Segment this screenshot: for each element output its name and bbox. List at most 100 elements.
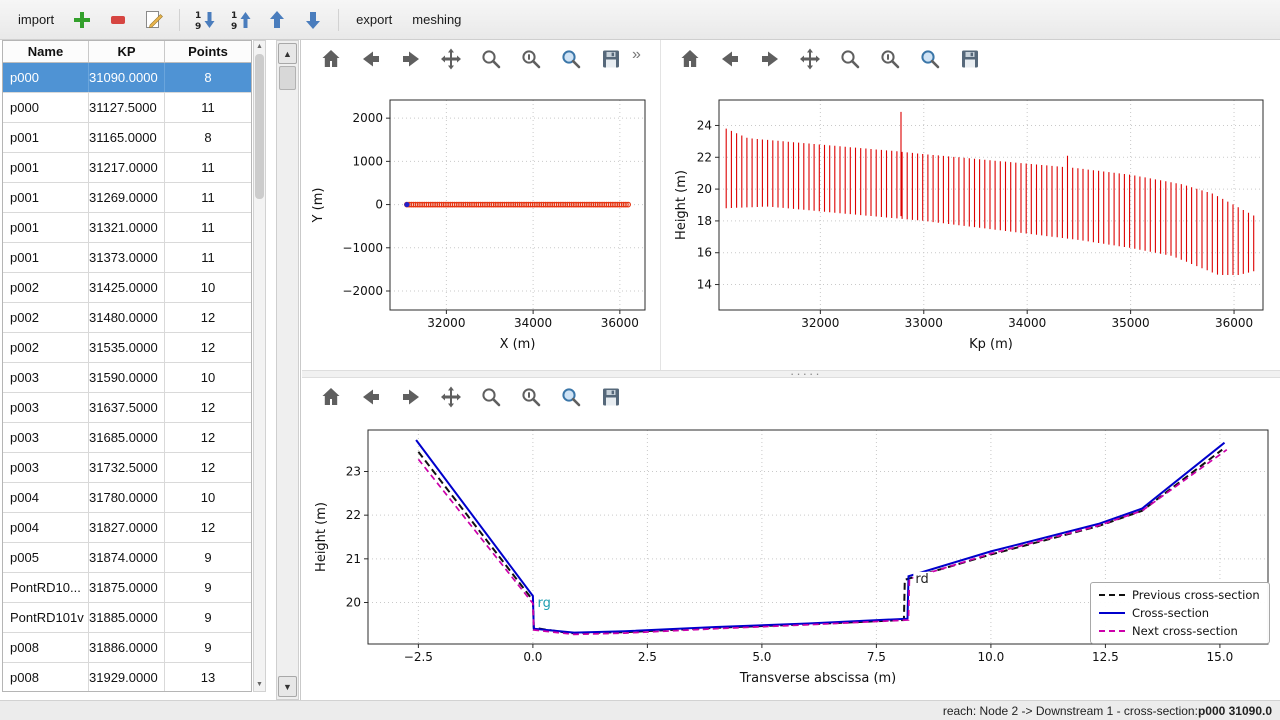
cell-points[interactable]: 11 [165,183,251,212]
cell-points[interactable]: 11 [165,93,251,122]
panel-scroll-down-button[interactable]: ▼ [278,676,297,697]
longitudinal-profile-chart[interactable]: 3200033000340003500036000141618202224Kp … [661,78,1280,370]
table-row[interactable]: p00831929.000013 [3,663,251,692]
subplots-button[interactable] [516,382,546,412]
cell-kp[interactable]: 31373.0000 [89,243,165,272]
cell-name[interactable]: p003 [3,393,89,422]
cell-kp[interactable]: 31217.0000 [89,153,165,182]
save-button[interactable] [596,44,626,74]
panel-scrollbar-thumb[interactable] [279,66,296,90]
table-row[interactable]: p00431827.000012 [3,513,251,543]
cell-name[interactable]: p002 [3,273,89,302]
forward-button[interactable] [396,44,426,74]
cell-points[interactable]: 10 [165,273,251,302]
home-button[interactable] [675,44,705,74]
sort-descending-button[interactable] [191,6,219,34]
plan-view-chart[interactable]: 320003400036000−2000−1000010002000X (m)Y… [302,78,658,370]
cell-name[interactable]: p004 [3,513,89,542]
cell-points[interactable]: 12 [165,453,251,482]
table-row[interactable]: p00031127.500011 [3,93,251,123]
pan-button[interactable] [436,44,466,74]
cell-name[interactable]: p003 [3,453,89,482]
forward-button[interactable] [396,382,426,412]
panel-scroll-up-button[interactable]: ▲ [278,43,297,64]
horizontal-splitter[interactable]: ····· [302,370,1280,378]
cell-kp[interactable]: 31929.0000 [89,663,165,692]
column-header-points[interactable]: Points [165,41,251,62]
cell-kp[interactable]: 31535.0000 [89,333,165,362]
cell-name[interactable]: p003 [3,423,89,452]
cell-kp[interactable]: 31827.0000 [89,513,165,542]
cell-points[interactable]: 11 [165,213,251,242]
table-scrollbar-thumb[interactable] [255,54,264,199]
cell-name[interactable]: p004 [3,483,89,512]
cell-points[interactable]: 9 [165,633,251,662]
table-row[interactable]: p00231425.000010 [3,273,251,303]
cell-kp[interactable]: 31885.0000 [89,603,165,632]
cell-kp[interactable]: 31480.0000 [89,303,165,332]
add-cross-section-button[interactable] [68,6,96,34]
back-button[interactable] [356,44,386,74]
cell-kp[interactable]: 31425.0000 [89,273,165,302]
table-row[interactable]: p00331685.000012 [3,423,251,453]
column-header-name[interactable]: Name [3,41,89,62]
pan-button[interactable] [795,44,825,74]
panel-scrollbar[interactable]: ▲ ▼ [276,40,299,700]
zoom-button[interactable] [835,44,865,74]
cell-name[interactable]: PontRD101v [3,603,89,632]
cell-name[interactable]: p001 [3,153,89,182]
cell-kp[interactable]: 31874.0000 [89,543,165,572]
cell-name[interactable]: PontRD10... [3,573,89,602]
cell-kp[interactable]: 31590.0000 [89,363,165,392]
table-row[interactable]: p00331637.500012 [3,393,251,423]
cell-kp[interactable]: 31090.0000 [89,63,165,92]
cell-kp[interactable]: 31321.0000 [89,213,165,242]
cell-points[interactable]: 12 [165,423,251,452]
table-row[interactable]: PontRD101v31885.00009 [3,603,251,633]
pan-button[interactable] [436,382,466,412]
subplots-button[interactable] [516,44,546,74]
save-button[interactable] [955,44,985,74]
cell-points[interactable]: 8 [165,123,251,152]
cell-name[interactable]: p001 [3,183,89,212]
cell-points[interactable]: 12 [165,333,251,362]
cell-points[interactable]: 13 [165,663,251,692]
back-button[interactable] [715,44,745,74]
edit-cross-section-button[interactable] [140,6,168,34]
cell-points[interactable]: 10 [165,363,251,392]
cell-kp[interactable]: 31886.0000 [89,633,165,662]
customize-button[interactable] [556,382,586,412]
cell-kp[interactable]: 31127.5000 [89,93,165,122]
cell-kp[interactable]: 31780.0000 [89,483,165,512]
cell-points[interactable]: 11 [165,153,251,182]
cell-name[interactable]: p000 [3,93,89,122]
cell-name[interactable]: p008 [3,663,89,692]
cell-name[interactable]: p001 [3,243,89,272]
move-down-button[interactable] [299,6,327,34]
meshing-menu[interactable]: meshing [406,8,467,31]
table-row[interactable]: p00531874.00009 [3,543,251,573]
import-menu[interactable]: import [12,8,60,31]
zoom-button[interactable] [476,44,506,74]
remove-cross-section-button[interactable] [104,6,132,34]
cell-points[interactable]: 10 [165,483,251,512]
table-row[interactable]: p00131165.00008 [3,123,251,153]
table-row[interactable]: p00131321.000011 [3,213,251,243]
column-header-kp[interactable]: KP [89,41,165,62]
cell-name[interactable]: p002 [3,333,89,362]
cell-kp[interactable]: 31732.5000 [89,453,165,482]
table-row[interactable]: p00831886.00009 [3,633,251,663]
cell-name[interactable]: p001 [3,213,89,242]
home-button[interactable] [316,382,346,412]
cell-name[interactable]: p005 [3,543,89,572]
cell-name[interactable]: p000 [3,63,89,92]
cell-points[interactable]: 12 [165,513,251,542]
cell-points[interactable]: 11 [165,243,251,272]
cell-points[interactable]: 9 [165,543,251,572]
cell-kp[interactable]: 31637.5000 [89,393,165,422]
export-menu[interactable]: export [350,8,398,31]
table-row[interactable]: p00231535.000012 [3,333,251,363]
table-row[interactable]: PontRD10...31875.00009 [3,573,251,603]
cell-points[interactable]: 9 [165,603,251,632]
customize-button[interactable] [556,44,586,74]
